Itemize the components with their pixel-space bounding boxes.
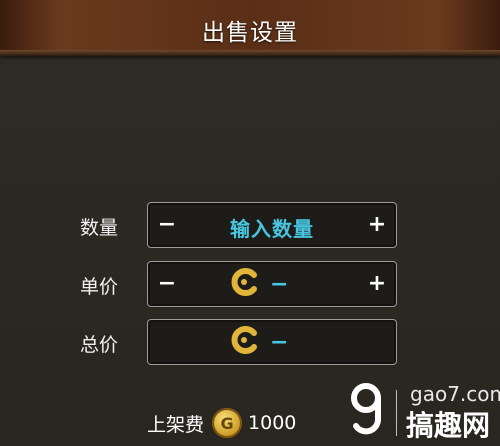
site-watermark: gao7.com 搞趣网 [346,380,500,442]
unit-price-minus-button[interactable]: − [154,269,180,299]
gold-coin-icon [230,268,260,300]
unit-price-stepper: − − + [147,261,397,307]
title-bar: 出售设置 [0,0,500,56]
listing-fee-amount: 1000 [248,412,297,434]
sell-settings-dialog: 出售设置 数量 − 输入数量 + 单价 − − + 总价 − 上架费 G 100… [0,0,500,446]
unit-price-value[interactable]: − [230,268,289,300]
quantity-plus-button[interactable]: + [364,210,390,240]
quantity-stepper: − 输入数量 + [147,202,397,248]
unit-price-label: 单价 [80,276,119,298]
unit-price-plus-button[interactable]: + [364,269,390,299]
gao7-logo-icon [346,380,386,440]
fee-coin-icon: G [212,408,243,438]
listing-fee-label: 上架费 [147,413,205,436]
quantity-label: 数量 [80,217,119,239]
watermark-name: 搞趣网 [406,409,491,442]
quantity-input[interactable]: 输入数量 [188,213,356,242]
watermark-divider [396,390,397,436]
listing-fee: 上架费 G 1000 [147,408,296,438]
unit-price-text: − [270,271,289,297]
dialog-title: 出售设置 [202,20,298,46]
quantity-minus-button[interactable]: − [154,210,180,240]
watermark-domain: gao7.com [410,382,500,406]
total-price-label: 总价 [80,334,119,356]
total-price-text: − [270,329,289,355]
total-price-value: − [230,326,289,358]
gold-coin-icon [230,326,260,358]
total-price-box: − [147,319,397,365]
